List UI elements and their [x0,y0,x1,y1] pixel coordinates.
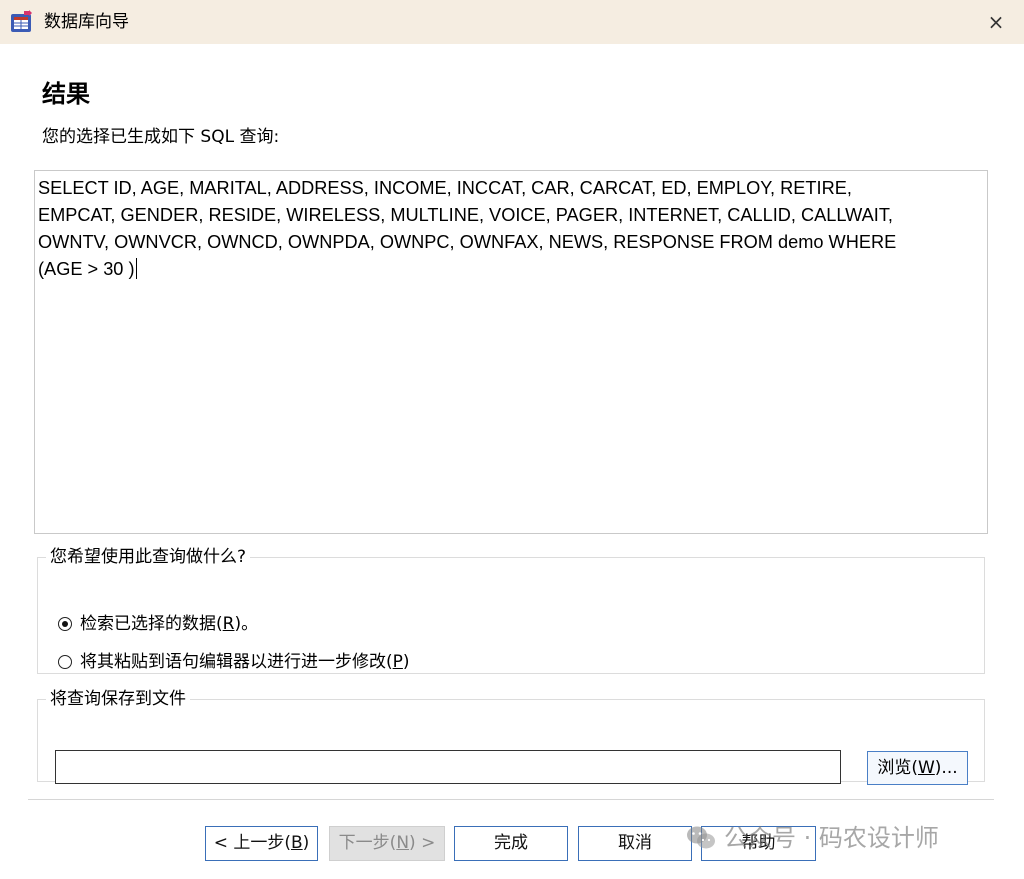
retrieve-data-option[interactable]: 检索已选择的数据(R)。 [58,612,258,636]
database-wizard-icon [11,10,32,32]
browse-button[interactable]: 浏览(W)... [867,751,968,785]
retrieve-data-mnemonic: R [222,614,235,634]
browse-label-pre: 浏览( [877,758,918,778]
page-heading: 结果 [42,80,90,108]
page-subheading: 您的选择已生成如下 SQL 查询: [42,127,280,147]
window-title: 数据库向导 [44,12,129,32]
watermark-text: 公众号 · 码农设计师 [724,824,939,852]
next-button[interactable]: 下一步(N) > [329,826,445,861]
paste-syntax-label-pre: 将其粘贴到语句编辑器以进行进一步修改( [80,652,393,672]
retrieve-data-label-pre: 检索已选择的数据( [80,614,223,634]
database-wizard-window: 数据库向导 × 结果 您的选择已生成如下 SQL 查询: SELECT ID, … [0,0,1024,879]
text-caret [135,258,137,279]
paste-syntax-label-post: ) [402,652,410,672]
save-query-group: 将查询保存到文件 浏览(W)... [37,688,985,785]
save-file-path-input[interactable] [55,750,841,784]
footer-separator [28,799,994,801]
browse-label-post: )... [934,758,958,778]
browse-mnemonic: W [917,758,935,778]
sql-query-text: SELECT ID, AGE, MARITAL, ADDRESS, INCOME… [38,178,897,279]
back-mnemonic: B [290,833,303,853]
finish-button[interactable]: 完成 [454,826,568,861]
cancel-button[interactable]: 取消 [578,826,692,861]
paste-syntax-option[interactable]: 将其粘贴到语句编辑器以进行进一步修改(P) [58,650,410,674]
watermark: 公众号 · 码农设计师 [686,820,939,856]
back-button[interactable]: < 上一步(B) [205,826,318,861]
paste-syntax-mnemonic: P [392,652,403,672]
title-bar: 数据库向导 × [0,0,1024,44]
next-label-post: ) > [409,833,436,853]
next-mnemonic: N [396,833,410,853]
back-label-post: ) [302,833,310,853]
retrieve-data-radio[interactable] [58,617,72,631]
query-usage-legend: 您希望使用此查询做什么? [50,547,247,567]
next-label-pre: 下一步( [338,833,397,853]
paste-syntax-radio[interactable] [58,655,72,669]
back-label-pre: < 上一步( [213,833,291,853]
sql-query-textarea[interactable]: SELECT ID, AGE, MARITAL, ADDRESS, INCOME… [34,170,988,534]
close-button[interactable]: × [976,4,1016,40]
close-icon: × [987,10,1005,34]
query-usage-group: 您希望使用此查询做什么? 检索已选择的数据(R)。 将其粘贴到语句编辑器以进行进… [37,546,985,674]
wechat-icon [687,826,715,849]
save-query-legend: 将查询保存到文件 [50,689,186,709]
retrieve-data-label-post: )。 [234,614,259,634]
